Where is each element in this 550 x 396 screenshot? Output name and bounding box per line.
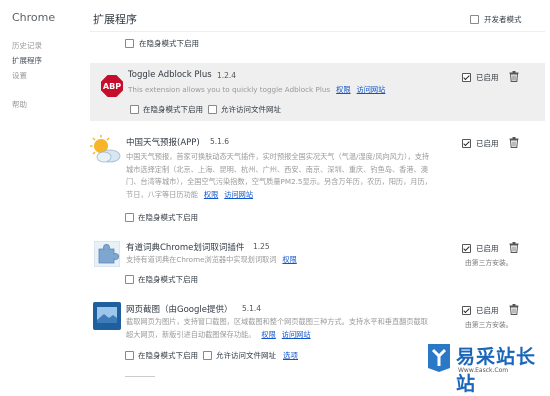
extension-options: 在隐身模式下启用 允许访问文件网址 选项	[125, 350, 298, 361]
visit-website-link[interactable]: 访问网站	[224, 190, 253, 199]
description-text: 支持有道词典在Chrome浏览器中实现划词取词	[126, 255, 277, 264]
extension-version: 5.1.6	[210, 137, 230, 146]
description-line: 中国天气预报，首家可换肤动态天气插件，实时预报全国实况天气（气温/湿度/风向风力…	[126, 152, 430, 161]
incognito-label: 在隐身模式下启用	[138, 213, 198, 222]
puzzle-icon	[94, 241, 120, 267]
options-link[interactable]: 选项	[283, 350, 298, 361]
extension-options: 在隐身模式下启用	[125, 274, 198, 285]
permissions-link[interactable]: 权限	[336, 85, 350, 94]
extension-description: 中国天气预报，首家可换肤动态天气插件，实时预报全国实况天气（气温/湿度/风向风力…	[126, 151, 466, 201]
header-divider	[90, 31, 545, 32]
permissions-link[interactable]: 权限	[204, 190, 218, 199]
extension-name: 中国天气预报(APP)	[126, 138, 200, 148]
main-content: 扩展程序 开发者模式 在隐身模式下启用 ABP Toggle Adblock P…	[90, 0, 550, 382]
enabled-toggle[interactable]: 已启用	[462, 138, 499, 149]
developer-mode-label: 开发者模式	[484, 15, 522, 24]
incognito-label: 在隐身模式下启用	[138, 351, 198, 360]
third-party-note: 由第三方安装。	[465, 259, 513, 267]
description-line: 节日，八字等日历功能	[126, 189, 198, 199]
sidebar-item-help[interactable]: 帮助	[12, 97, 42, 112]
file-access-label: 允许访问文件网址	[221, 105, 281, 114]
enabled-toggle[interactable]: 已启用	[462, 305, 499, 316]
enabled-label: 已启用	[476, 73, 499, 82]
trash-icon[interactable]	[509, 71, 519, 82]
enabled-checkbox[interactable]	[462, 139, 471, 148]
weather-icon	[90, 135, 121, 163]
extension-item-toggle-adblock: ABP Toggle Adblock Plus 1.2.4 This exten…	[90, 63, 545, 121]
enabled-checkbox[interactable]	[462, 73, 471, 82]
extension-name: 网页截图（由Google提供）	[126, 305, 233, 315]
description-line: 城市选择定制（北京、上海、昆明、杭州、广州、西安、南京、深圳、重庆、钓鱼岛、香港…	[126, 164, 428, 174]
incognito-option[interactable]: 在隐身模式下启用	[125, 212, 198, 223]
extension-item-youdao: 有道词典Chrome划词取词插件 1.25 支持有道词典在Chrome浏览器中实…	[90, 234, 545, 286]
incognito-label: 在隐身模式下启用	[143, 105, 203, 114]
incognito-checkbox[interactable]	[125, 275, 134, 284]
file-access-checkbox[interactable]	[203, 351, 212, 360]
incognito-checkbox[interactable]	[125, 39, 134, 48]
sidebar: Chrome 历史记录 扩展程序 设置 帮助	[0, 0, 90, 382]
permissions-link[interactable]: 权限	[282, 255, 296, 264]
extension-version: 1.25	[253, 242, 270, 251]
sidebar-item-history[interactable]: 历史记录	[12, 38, 42, 53]
incognito-option[interactable]: 在隐身模式下启用	[125, 274, 198, 285]
watermark-logo-icon	[428, 344, 450, 372]
sidebar-item-settings[interactable]: 设置	[12, 68, 42, 83]
trash-icon[interactable]	[509, 304, 519, 315]
screenshot-icon	[93, 302, 121, 330]
file-access-checkbox[interactable]	[208, 105, 217, 114]
permissions-link[interactable]: 权限	[261, 330, 275, 339]
description-line: 门、台湾等城市），全国空气污染指数，空气质量PM2.5显示。另含万年历，农历，阳…	[126, 177, 432, 186]
enabled-label: 已启用	[476, 306, 499, 315]
extension-version: 5.1.4	[242, 304, 262, 313]
trash-icon[interactable]	[509, 242, 519, 253]
extension-description: This extension allows you to quickly tog…	[128, 84, 385, 97]
extension-options: 在隐身模式下启用 允许访问文件网址	[130, 104, 281, 115]
incognito-option-previous[interactable]: 在隐身模式下启用	[125, 38, 199, 49]
incognito-checkbox[interactable]	[125, 213, 134, 222]
incognito-label: 在隐身模式下启用	[139, 39, 199, 48]
app-title: Chrome	[12, 11, 56, 24]
extension-options: 在隐身模式下启用	[125, 212, 198, 223]
developer-mode-toggle[interactable]: 开发者模式	[470, 14, 522, 25]
visit-website-link[interactable]: 访问网站	[282, 330, 311, 339]
sidebar-nav: 历史记录 扩展程序 设置 帮助	[12, 38, 42, 112]
extension-version: 1.2.4	[217, 71, 237, 80]
enabled-toggle[interactable]: 已启用	[462, 72, 499, 83]
enabled-toggle[interactable]: 已启用	[462, 243, 499, 254]
extension-item-weather: 中国天气预报(APP) 5.1.6 中国天气预报，首家可换肤动态天气插件，实时预…	[90, 128, 545, 228]
abp-icon: ABP	[101, 75, 123, 97]
watermark-url: Www.Easck.Com	[458, 367, 509, 374]
incognito-label: 在隐身模式下启用	[138, 275, 198, 284]
file-access-label: 允许访问文件网址	[216, 351, 276, 360]
file-access-option[interactable]: 允许访问文件网址	[208, 104, 281, 115]
enabled-label: 已启用	[476, 244, 499, 253]
enabled-checkbox[interactable]	[462, 244, 471, 253]
sidebar-item-extensions[interactable]: 扩展程序	[12, 53, 42, 68]
incognito-checkbox[interactable]	[125, 351, 134, 360]
visit-website-link[interactable]: 访问网站	[357, 85, 386, 94]
third-party-note: 由第三方安装。	[465, 321, 513, 329]
trash-icon[interactable]	[509, 137, 519, 148]
enabled-checkbox[interactable]	[462, 306, 471, 315]
extension-description: 支持有道词典在Chrome浏览器中实现划词取词 权限	[126, 254, 297, 267]
enabled-label: 已启用	[476, 139, 499, 148]
developer-mode-checkbox[interactable]	[470, 15, 479, 24]
watermark: 易采站长站 Www.Easck.Com	[418, 338, 550, 395]
file-access-option[interactable]: 允许访问文件网址	[203, 350, 276, 361]
page-title: 扩展程序	[93, 13, 137, 26]
bottom-divider	[125, 376, 155, 377]
incognito-option[interactable]: 在隐身模式下启用	[125, 350, 198, 361]
incognito-option[interactable]: 在隐身模式下启用	[130, 104, 203, 115]
description-text: This extension allows you to quickly tog…	[128, 85, 331, 94]
description-line: 超大网页，新版引进自动截图保存功能。	[126, 329, 256, 339]
extension-name: Toggle Adblock Plus	[128, 70, 212, 80]
incognito-checkbox[interactable]	[130, 105, 139, 114]
description-line: 截取网页为图片，支持窗口截图，区域截图和整个网页截图三种方式。支持水平和垂直翻页…	[126, 317, 428, 326]
extension-name: 有道词典Chrome划词取词插件	[126, 243, 245, 253]
